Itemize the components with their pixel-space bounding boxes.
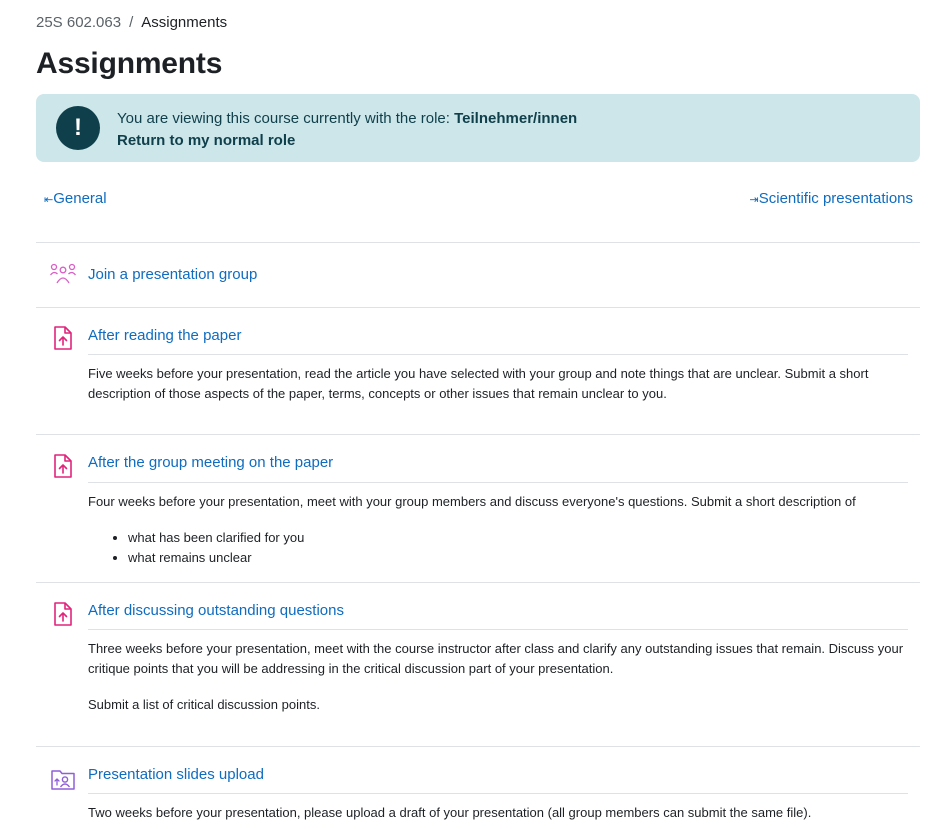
- arrow-left-to-line-icon: ⇤: [44, 194, 54, 206]
- role-alert-role: Teilnehmer/innen: [454, 110, 578, 127]
- activity-description: Two weeks before your presentation, plea…: [88, 805, 812, 820]
- role-alert-text: You are viewing this course currently wi…: [117, 110, 455, 127]
- folder-upload-icon: [51, 770, 75, 790]
- role-alert-message: You are viewing this course currently wi…: [117, 108, 577, 130]
- activity-link-after-reading-paper[interactable]: After reading the paper: [88, 327, 241, 344]
- group-choice-icon: [50, 263, 76, 284]
- activity-title-divider: [88, 354, 908, 355]
- previous-section-label: General: [53, 190, 107, 207]
- list-item: what has been clarified for you: [128, 528, 304, 548]
- next-section-label: Scientific presentations: [758, 190, 913, 207]
- return-to-normal-role-link[interactable]: Return to my normal role: [117, 130, 295, 152]
- activity-link-join-presentation-group[interactable]: Join a presentation group: [88, 266, 257, 283]
- list-item: what remains unclear: [128, 548, 304, 568]
- assignment-upload-icon: [54, 454, 72, 478]
- activity-description: Four weeks before your presentation, mee…: [88, 494, 856, 509]
- activity-description: Five weeks before your presentation, rea…: [88, 366, 869, 401]
- activity-divider: [36, 307, 920, 308]
- activity-title-divider: [88, 482, 908, 483]
- previous-section-link[interactable]: ⇤General: [44, 190, 107, 207]
- assignment-upload-icon: [54, 602, 72, 626]
- activity-title-divider: [88, 793, 908, 794]
- activity-link-presentation-slides-upload[interactable]: Presentation slides upload: [88, 766, 264, 783]
- activity-divider: [36, 582, 920, 583]
- activity-divider: [36, 242, 920, 243]
- breadcrumb: 25S 602.063 / Assignments: [36, 14, 227, 31]
- activity-title-divider: [88, 629, 908, 630]
- exclamation-icon: !: [56, 106, 100, 150]
- role-switch-alert: ! You are viewing this course currently …: [36, 94, 920, 162]
- breadcrumb-course-link[interactable]: 25S 602.063: [36, 14, 121, 31]
- breadcrumb-current: Assignments: [141, 14, 228, 31]
- next-section-link[interactable]: ⇥Scientific presentations: [750, 190, 913, 207]
- activity-divider: [36, 746, 920, 747]
- arrow-right-to-line-icon: ⇥: [749, 194, 759, 206]
- assignment-upload-icon: [54, 326, 72, 350]
- activity-description: Three weeks before your presentation, me…: [88, 641, 904, 676]
- breadcrumb-separator: /: [129, 14, 134, 31]
- activity-bullet-list: what has been clarified for you what rem…: [88, 528, 304, 568]
- activity-description: Submit a list of critical discussion poi…: [88, 697, 320, 712]
- activity-link-after-group-meeting[interactable]: After the group meeting on the paper: [88, 454, 333, 471]
- activity-link-after-discussing-questions[interactable]: After discussing outstanding questions: [88, 602, 344, 619]
- page-title: Assignments: [36, 47, 223, 80]
- activity-divider: [36, 434, 920, 435]
